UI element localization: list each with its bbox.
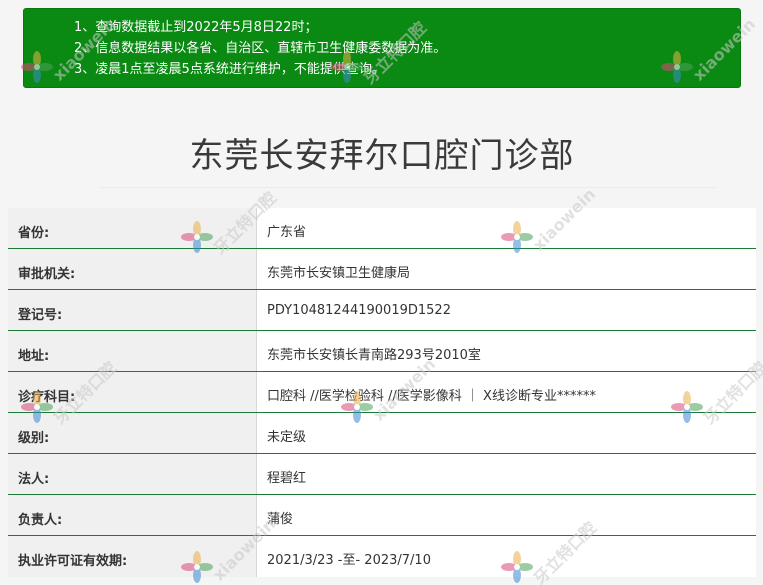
table-row-license-validity: 执业许可证有效期: 2021/3/23 -至- 2023/7/10 — [8, 536, 756, 577]
row-value: 2021/3/23 -至- 2023/7/10 — [256, 536, 756, 577]
row-value: 广东省 — [256, 208, 756, 248]
table-row-level: 级别: 未定级 — [8, 413, 756, 454]
row-value: PDY10481244190019D1522 — [256, 290, 756, 330]
notice-line-1: 1、查询数据截止到2022年5月8日22时； — [74, 20, 318, 35]
row-value: 口腔科 //医学检验科 //医学影像科 ｜ X线诊断专业****** — [256, 372, 756, 412]
table-row-departments: 诊疗科目: 口腔科 //医学检验科 //医学影像科 ｜ X线诊断专业****** — [8, 372, 756, 413]
row-label: 地址: — [8, 331, 256, 371]
table-row-address: 地址: 东莞市长安镇长青南路293号2010室 — [8, 331, 756, 372]
row-label: 审批机关: — [8, 249, 256, 289]
table-row-legal-person: 法人: 程碧红 — [8, 454, 756, 495]
row-label: 诊疗科目: — [8, 372, 256, 412]
page-title: 东莞长安拜尔口腔门诊部 — [189, 136, 575, 176]
table-row-authority: 审批机关: 东莞市长安镇卫生健康局 — [8, 249, 756, 290]
row-label: 级别: — [8, 413, 256, 453]
row-label: 负责人: — [8, 495, 256, 535]
row-label: 登记号: — [8, 290, 256, 330]
notice-banner: 1、查询数据截止到2022年5月8日22时； 2、信息数据结果以各省、自治区、直… — [23, 8, 741, 88]
row-label: 省份: — [8, 208, 256, 248]
table-row-province: 省份: 广东省 — [8, 208, 756, 249]
row-value: 东莞市长安镇卫生健康局 — [256, 249, 756, 289]
row-value: 蒲俊 — [256, 495, 756, 535]
table-row-principal: 负责人: 蒲俊 — [8, 495, 756, 536]
info-table: 省份: 广东省 审批机关: 东莞市长安镇卫生健康局 登记号: PDY104812… — [8, 208, 756, 577]
table-row-registration: 登记号: PDY10481244190019D1522 — [8, 290, 756, 331]
row-value: 东莞市长安镇长青南路293号2010室 — [256, 331, 756, 371]
row-value: 未定级 — [256, 413, 756, 453]
row-label: 执业许可证有效期: — [8, 536, 256, 577]
row-label: 法人: — [8, 454, 256, 494]
notice-line-3: 3、凌晨1点至凌晨5点系统进行维护，不能提供查询。 — [74, 62, 385, 77]
notice-line-2: 2、信息数据结果以各省、自治区、直辖市卫生健康委数据为准。 — [74, 41, 447, 56]
row-value: 程碧红 — [256, 454, 756, 494]
title-divider — [100, 187, 716, 188]
